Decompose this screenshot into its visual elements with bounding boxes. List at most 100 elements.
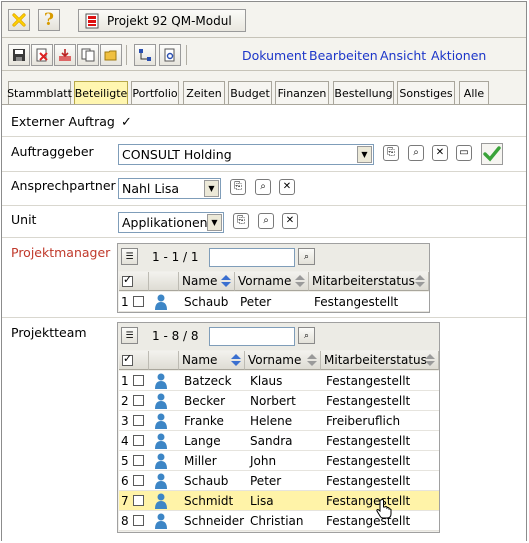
sort-icon[interactable] bbox=[425, 354, 435, 366]
column-header-vorname[interactable]: Vorname bbox=[235, 272, 309, 291]
sort-icon[interactable] bbox=[307, 354, 317, 366]
externer-auftrag-checkbox[interactable]: ✓ bbox=[121, 115, 132, 130]
separator bbox=[2, 237, 526, 238]
separator bbox=[2, 171, 526, 172]
table-row[interactable]: 2 Becker Norbert Festangestellt bbox=[119, 391, 439, 411]
menu-bearbeiten[interactable]: Bearbeiten bbox=[309, 48, 378, 63]
cell-status: Festangestellt bbox=[326, 374, 411, 388]
tab-finanzen[interactable]: Finanzen bbox=[275, 81, 329, 105]
row-number: 7 bbox=[121, 494, 129, 508]
tab-budget[interactable]: Budget bbox=[228, 81, 272, 105]
tab-bestellung[interactable]: Bestellung bbox=[333, 81, 394, 105]
copy-button[interactable] bbox=[77, 44, 99, 66]
tab-zeiten[interactable]: Zeiten bbox=[183, 81, 225, 105]
table-row[interactable]: 3 Franke Helene Freiberuflich bbox=[119, 411, 439, 431]
sort-icon[interactable] bbox=[415, 275, 425, 287]
unit-select[interactable]: Applikationen ▼ bbox=[118, 212, 224, 233]
table-row[interactable]: 6 Schaub Peter Festangestellt bbox=[119, 471, 439, 491]
column-header-label: Vorname bbox=[248, 353, 302, 367]
confirm-button[interactable] bbox=[481, 143, 503, 165]
row-checkbox[interactable] bbox=[133, 475, 144, 486]
search-icon[interactable]: ⌕ bbox=[255, 179, 271, 195]
person-icon bbox=[155, 453, 167, 469]
tab-stammblatt[interactable]: Stammblatt bbox=[7, 81, 72, 105]
menu-dokument[interactable]: Dokument bbox=[242, 48, 307, 63]
tab-alle[interactable]: Alle bbox=[459, 81, 489, 105]
cell-name: Schneider bbox=[184, 514, 245, 528]
row-checkbox[interactable] bbox=[133, 375, 144, 386]
table-row[interactable]: 4 Lange Sandra Festangestellt bbox=[119, 431, 439, 451]
sort-icon[interactable] bbox=[295, 275, 305, 287]
select-all-header[interactable] bbox=[119, 351, 149, 370]
auftraggeber-select[interactable]: CONSULT Holding ▼ bbox=[118, 144, 374, 165]
menu-ansicht[interactable]: Ansicht bbox=[380, 48, 426, 63]
title-bar: ? Projekt 92 QM-Modul bbox=[2, 2, 526, 38]
column-header-status[interactable]: Mitarbeiterstatus bbox=[321, 351, 439, 370]
clear-icon[interactable]: ✕ bbox=[279, 179, 295, 195]
dropdown-arrow-icon[interactable]: ▼ bbox=[207, 214, 222, 231]
select-all-header[interactable] bbox=[119, 272, 149, 291]
preview-button[interactable] bbox=[159, 44, 181, 66]
clear-icon[interactable]: ✕ bbox=[432, 145, 448, 161]
grid-menu-icon[interactable]: ☰ bbox=[121, 248, 138, 265]
open-folder-button[interactable] bbox=[100, 44, 122, 66]
select-all-checkbox[interactable] bbox=[122, 352, 133, 366]
table-row[interactable]: 1 Schaub Peter Festangestellt bbox=[119, 292, 429, 312]
search-icon[interactable]: ⌕ bbox=[408, 145, 424, 161]
grid-menu-icon[interactable]: ☰ bbox=[121, 327, 138, 344]
new-entry-icon[interactable]: ⎘ bbox=[383, 145, 399, 161]
row-checkbox[interactable] bbox=[133, 395, 144, 406]
row-checkbox[interactable] bbox=[133, 296, 144, 307]
sort-active-icon[interactable] bbox=[221, 275, 231, 287]
row-checkbox[interactable] bbox=[133, 435, 144, 446]
cell-vorname: Sandra bbox=[250, 434, 293, 448]
new-entry-icon[interactable]: ⎘ bbox=[233, 213, 249, 229]
table-row[interactable]: 5 Miller John Festangestellt bbox=[119, 451, 439, 471]
column-header-name[interactable]: Name bbox=[179, 272, 235, 291]
tab-sonstiges[interactable]: Sonstiges bbox=[397, 81, 455, 105]
column-header-vorname[interactable]: Vorname bbox=[245, 351, 321, 370]
export-button[interactable] bbox=[54, 44, 76, 66]
table-row[interactable]: 1 Batzeck Klaus Festangestellt bbox=[119, 371, 439, 391]
separator bbox=[2, 136, 526, 137]
row-checkbox[interactable] bbox=[133, 455, 144, 466]
close-x-icon bbox=[12, 13, 26, 27]
dropdown-arrow-icon[interactable]: ▼ bbox=[204, 180, 219, 197]
new-entry-icon[interactable]: ⎘ bbox=[230, 179, 246, 195]
column-header-status[interactable]: Mitarbeiterstatus bbox=[309, 272, 429, 291]
search-icon[interactable]: ⌕ bbox=[298, 327, 315, 344]
checkmark-icon: ✓ bbox=[121, 115, 132, 130]
row-number: 2 bbox=[121, 394, 129, 408]
tab-beteiligte[interactable]: Beteiligte bbox=[74, 81, 128, 105]
sort-active-icon[interactable] bbox=[231, 354, 241, 366]
delete-button[interactable] bbox=[31, 44, 53, 66]
menu-aktionen[interactable]: Aktionen bbox=[431, 48, 486, 63]
select-all-checkbox[interactable] bbox=[122, 273, 133, 287]
ansprechpartner-select[interactable]: Nahl Lisa ▼ bbox=[118, 178, 221, 199]
column-header-label: Name bbox=[182, 353, 218, 367]
search-icon[interactable]: ⌕ bbox=[258, 213, 274, 229]
tab-portfolio[interactable]: Portfolio bbox=[131, 81, 179, 105]
dropdown-arrow-icon[interactable]: ▼ bbox=[357, 146, 372, 163]
grid-search-input[interactable] bbox=[209, 248, 295, 267]
grid-search-input[interactable] bbox=[209, 327, 295, 346]
unit-value: Applikationen bbox=[122, 215, 208, 230]
row-checkbox[interactable] bbox=[133, 515, 144, 526]
row-checkbox[interactable] bbox=[133, 415, 144, 426]
document-icon[interactable]: ▭ bbox=[456, 145, 472, 161]
row-number: 8 bbox=[121, 514, 129, 528]
document-search-icon bbox=[164, 48, 175, 62]
floppy-save-icon bbox=[13, 49, 25, 61]
close-button[interactable] bbox=[8, 9, 30, 31]
hierarchy-icon bbox=[139, 49, 151, 61]
search-icon[interactable]: ⌕ bbox=[298, 248, 315, 265]
structure-button[interactable] bbox=[134, 44, 156, 66]
row-number: 3 bbox=[121, 414, 129, 428]
row-checkbox[interactable] bbox=[133, 495, 144, 506]
cell-name: Schaub bbox=[184, 295, 229, 309]
column-header-name[interactable]: Name bbox=[179, 351, 245, 370]
save-button[interactable] bbox=[8, 44, 30, 66]
help-button[interactable]: ? bbox=[38, 9, 60, 31]
cell-name: Schmidt bbox=[184, 494, 234, 508]
clear-icon[interactable]: ✕ bbox=[282, 213, 298, 229]
